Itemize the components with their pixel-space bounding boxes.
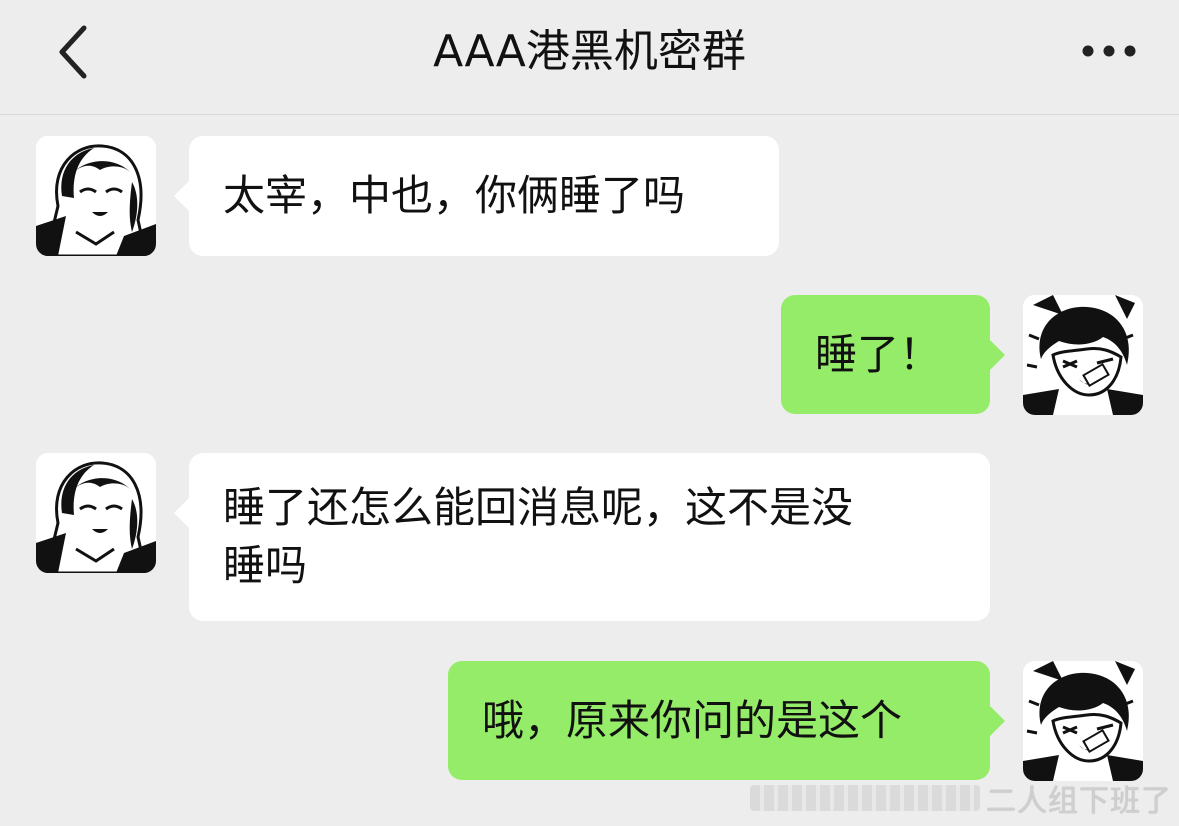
message-bubble[interactable]: 睡了还怎么能回消息呢，这不是没 睡吗 bbox=[174, 453, 990, 621]
avatar[interactable] bbox=[1023, 295, 1143, 415]
message-text-line: 睡了还怎么能回消息呢，这不是没 bbox=[223, 483, 854, 532]
manga-avatar-long-hair-icon bbox=[36, 136, 156, 256]
chat-screen: AAA港黑机密群 太宰，中也，你俩睡了吗 睡了！ 睡了还怎么能回消息呢，这不是没… bbox=[0, 0, 1179, 826]
message-bubble[interactable]: 太宰，中也，你俩睡了吗 bbox=[174, 136, 779, 256]
watermark-blur bbox=[750, 785, 980, 811]
more-dots-icon bbox=[1082, 45, 1136, 57]
message-text: 睡了！ bbox=[815, 330, 942, 379]
message-bubble[interactable]: 哦，原来你问的是这个 bbox=[448, 661, 1005, 780]
manga-avatar-dark-hair-icon bbox=[1023, 661, 1143, 781]
watermark-text: 二人组下班了 bbox=[986, 784, 1172, 819]
message-bubble[interactable]: 睡了！ bbox=[781, 295, 1005, 414]
message-text: 太宰，中也，你俩睡了吗 bbox=[223, 171, 686, 220]
more-button[interactable] bbox=[1076, 36, 1146, 66]
chat-header: AAA港黑机密群 bbox=[0, 0, 1179, 115]
message-text-line: 睡吗 bbox=[223, 541, 308, 590]
watermark: 二人组下班了 bbox=[750, 778, 1172, 819]
avatar[interactable] bbox=[36, 136, 156, 256]
manga-avatar-long-hair-icon bbox=[36, 453, 156, 573]
chat-title: AAA港黑机密群 bbox=[433, 26, 746, 77]
manga-avatar-dark-hair-icon bbox=[1023, 295, 1143, 415]
avatar[interactable] bbox=[1023, 661, 1143, 781]
avatar[interactable] bbox=[36, 453, 156, 573]
message-text: 哦，原来你问的是这个 bbox=[482, 696, 903, 745]
